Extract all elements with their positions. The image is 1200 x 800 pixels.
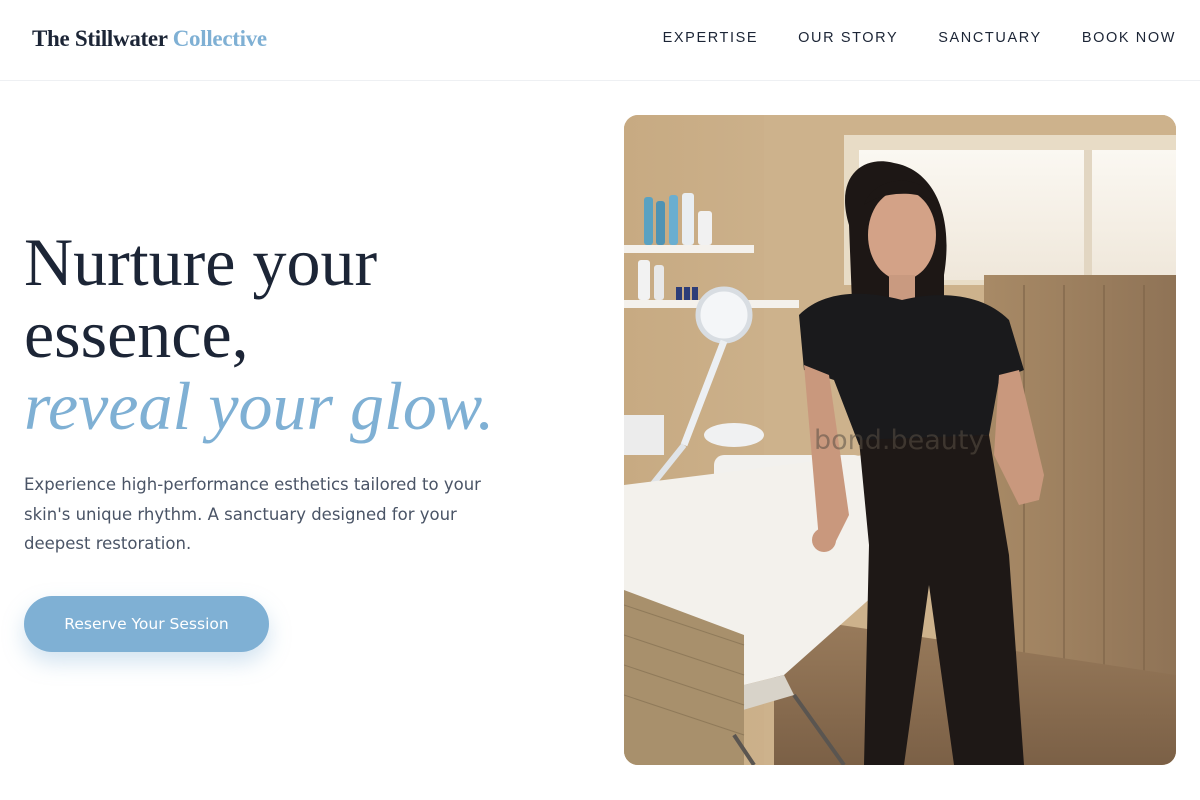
nav-link-expertise[interactable]: EXPERTISE <box>663 30 759 46</box>
main-nav: EXPERTISE OUR STORY SANCTUARY BOOK NOW <box>663 30 1176 46</box>
nav-link-book-now[interactable]: BOOK NOW <box>1082 30 1176 46</box>
headline-line-1: Nurture your <box>24 224 378 300</box>
site-header: The Stillwater Collective EXPERTISE OUR … <box>0 0 1200 81</box>
hero-photo: bond.beauty <box>624 115 1176 765</box>
photo-watermark: bond.beauty <box>814 425 985 456</box>
reserve-session-button[interactable]: Reserve Your Session <box>24 596 269 652</box>
hero-headline-block: Nurture your essence, reveal your glow. <box>24 226 584 442</box>
headline-line-2: essence, <box>24 296 249 372</box>
headline-accent: reveal your glow. <box>24 368 495 444</box>
brand-name-accent: Collective <box>172 26 267 51</box>
nav-link-our-story[interactable]: OUR STORY <box>798 30 898 46</box>
hero-description: Experience high-performance esthetics ta… <box>24 475 481 553</box>
nav-link-sanctuary[interactable]: SANCTUARY <box>938 30 1042 46</box>
brand-name: The Stillwater <box>32 26 173 51</box>
brand-logo[interactable]: The Stillwater Collective <box>32 26 267 52</box>
hero-headline: Nurture your essence, reveal your glow. <box>24 226 584 442</box>
